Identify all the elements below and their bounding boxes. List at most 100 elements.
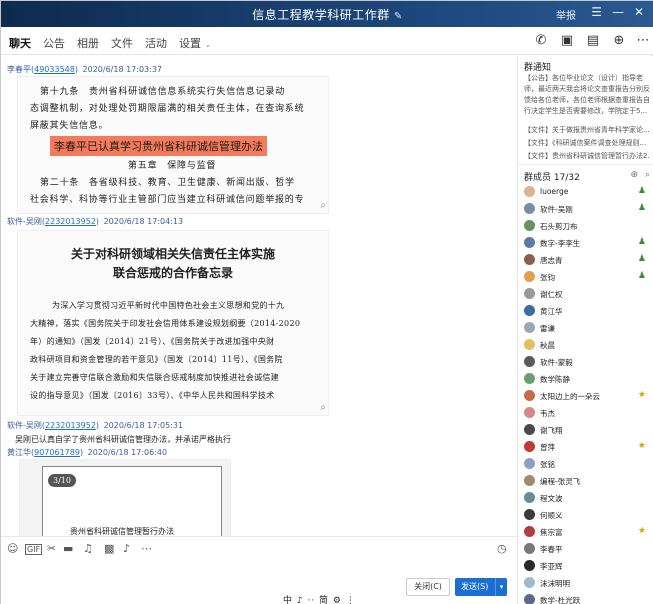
member-item[interactable]: 沫沫明明: [524, 576, 650, 592]
document-image[interactable]: 第十九条 贵州省科研诚信信息系统实行失信信息记录动 态调整机制，对处理处罚期限届…: [17, 76, 329, 214]
avatar[interactable]: [524, 339, 535, 350]
send-button[interactable]: 发送(S) ▾: [455, 578, 507, 596]
close-icon[interactable]: ✕: [634, 5, 644, 19]
member-item[interactable]: 张铭: [524, 457, 650, 473]
avatar[interactable]: [524, 203, 535, 214]
avatar[interactable]: [524, 390, 535, 401]
add-app-icon[interactable]: ⊕: [611, 33, 627, 49]
tab-album[interactable]: 相册: [77, 35, 99, 51]
member-item[interactable]: 何顺义: [524, 508, 650, 524]
member-item[interactable]: 石头剪刀布: [524, 219, 650, 235]
chevron-down-icon[interactable]: ▾: [495, 578, 507, 596]
avatar[interactable]: [524, 254, 535, 265]
member-item[interactable]: 数字-李李生 ♟: [524, 236, 650, 252]
avatar[interactable]: [524, 220, 535, 231]
document-image[interactable]: 3/10 贵州省科研诚信管理暂行办法: [19, 459, 231, 536]
sender-name[interactable]: 软件-吴刚: [7, 217, 42, 226]
avatar[interactable]: [524, 407, 535, 418]
member-item[interactable]: 谢飞翔: [524, 423, 650, 439]
notice-text[interactable]: 【公告】各位毕业论文（设计）指导老师，最近两天我会将论文查重报告分别反馈给各位老…: [524, 73, 650, 119]
avatar[interactable]: [524, 458, 535, 469]
member-item[interactable]: 谢仁权: [524, 287, 650, 303]
tab-activity[interactable]: 活动: [145, 35, 167, 51]
avatar[interactable]: [524, 288, 535, 299]
member-item[interactable]: 唐志青 ♟: [524, 253, 650, 269]
sender-name[interactable]: 软件-吴刚: [7, 421, 42, 430]
avatar[interactable]: [524, 305, 535, 316]
sender-name[interactable]: 李春平: [7, 65, 31, 74]
avatar[interactable]: [524, 509, 535, 520]
gif-icon[interactable]: GIF: [25, 544, 43, 555]
avatar[interactable]: [524, 373, 535, 384]
chat-history[interactable]: 李春平(49033548) 2020/6/18 17:03:37 第十九条 贵州…: [1, 56, 517, 536]
member-item[interactable]: 软件-吴刚 ♟: [524, 202, 650, 218]
zoom-icon[interactable]: ⌕: [320, 200, 326, 211]
file-link[interactable]: 【文件】《科研诚信案件调查处理规则...: [524, 138, 650, 148]
file-link[interactable]: 【文件】贵州省科研诚信管理暂行办法2...: [524, 151, 650, 161]
member-item[interactable]: 程文波: [524, 491, 650, 507]
avatar[interactable]: [524, 560, 535, 571]
member-item[interactable]: 韦杰: [524, 406, 650, 422]
sender-id[interactable]: 2232013952: [45, 421, 96, 430]
tab-files[interactable]: 文件: [111, 35, 133, 51]
search-icon[interactable]: ⌕: [645, 170, 650, 180]
member-item[interactable]: 编程-张灵飞: [524, 474, 650, 490]
member-item[interactable]: 焦宗富 ★: [524, 525, 650, 541]
avatar[interactable]: [524, 492, 535, 503]
image-counter: 3/10: [48, 474, 76, 487]
minimize-icon[interactable]: —: [612, 5, 624, 19]
sender-id[interactable]: 2232013952: [45, 217, 96, 226]
file-link[interactable]: 【文件】关于做报贵州省青年科学家论...: [524, 125, 650, 135]
whiteboard-icon[interactable]: ▤: [585, 33, 601, 49]
member-item[interactable]: 李亚辉: [524, 559, 650, 575]
report-link[interactable]: 举报: [556, 7, 576, 22]
image-icon[interactable]: ▩: [104, 542, 114, 555]
sender-id[interactable]: 907061789: [34, 448, 80, 457]
member-item[interactable]: 黄江华: [524, 304, 650, 320]
phone-call-icon[interactable]: ✆: [533, 33, 549, 49]
avatar[interactable]: [524, 322, 535, 333]
member-item[interactable]: 张钧 ♟: [524, 270, 650, 286]
member-item[interactable]: 雷谦: [524, 321, 650, 337]
scissors-icon[interactable]: ✂: [47, 542, 56, 555]
video-call-icon[interactable]: ▣: [559, 33, 575, 49]
member-item[interactable]: 曾萍 ★: [524, 440, 650, 456]
avatar[interactable]: [524, 424, 535, 435]
avatar[interactable]: [524, 186, 535, 197]
zoom-icon[interactable]: ⌕: [320, 402, 326, 413]
more-tools-icon[interactable]: ⋯: [141, 542, 152, 555]
avatar[interactable]: [524, 475, 535, 486]
folder-icon[interactable]: ▬: [63, 542, 73, 555]
menu-icon[interactable]: ☰: [591, 5, 602, 19]
tab-settings[interactable]: 设置 ⌄: [179, 35, 211, 51]
member-item[interactable]: 太阳边上的一朵云 ★: [524, 389, 650, 405]
tab-chat[interactable]: 聊天: [9, 35, 31, 59]
member-item[interactable]: 数学-杜光跃: [524, 593, 650, 604]
bell-icon[interactable]: ♪: [123, 542, 130, 555]
emoji-icon[interactable]: ☺: [7, 542, 18, 555]
close-button[interactable]: 关闭(C): [406, 578, 450, 596]
avatar[interactable]: [524, 237, 535, 248]
member-item[interactable]: 秋晨: [524, 338, 650, 354]
avatar[interactable]: [524, 271, 535, 282]
avatar[interactable]: [524, 577, 535, 588]
member-item[interactable]: 软件-蒙毅: [524, 355, 650, 371]
avatar[interactable]: [524, 356, 535, 367]
member-item[interactable]: 李春平: [524, 542, 650, 558]
tab-announcement[interactable]: 公告: [43, 35, 65, 51]
avatar[interactable]: [524, 543, 535, 554]
avatar[interactable]: [524, 594, 535, 604]
member-item[interactable]: 数学陈静: [524, 372, 650, 388]
more-icon[interactable]: ⋯: [635, 33, 651, 49]
sender-name[interactable]: 黄江华: [7, 448, 31, 457]
music-icon[interactable]: ♫: [83, 542, 93, 555]
sender-id[interactable]: 49033548: [34, 65, 75, 74]
avatar[interactable]: [524, 526, 535, 537]
edit-icon[interactable]: ✎: [394, 11, 403, 22]
avatar[interactable]: [524, 441, 535, 452]
history-clock-icon[interactable]: ◷: [497, 542, 507, 555]
add-member-icon[interactable]: ⊕: [630, 170, 638, 180]
ime-toolbar[interactable]: 中 ♪ ⋅⋅ 简 ⚙ ⋮: [283, 593, 356, 604]
member-item[interactable]: luoerge ♟: [524, 185, 650, 201]
document-image[interactable]: 关于对科研领域相关失信责任主体实施 联合惩戒的合作备忘录 为深入学习贯彻习近平新…: [17, 230, 329, 416]
